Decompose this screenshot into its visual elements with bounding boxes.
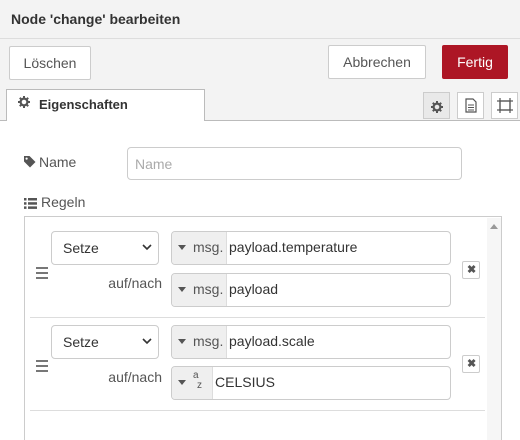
gear-icon (18, 96, 30, 111)
caret-down-icon (178, 287, 186, 292)
remove-rule-button[interactable]: ✖ (462, 261, 480, 279)
rule-value-field[interactable]: msg. payload (171, 273, 451, 307)
name-input[interactable] (127, 147, 462, 180)
name-label: Name (39, 154, 77, 170)
close-icon: ✖ (467, 264, 477, 276)
drag-handle-icon[interactable] (36, 267, 48, 279)
tab-properties[interactable]: Eigenschaften (6, 89, 205, 121)
scroll-up-icon[interactable] (490, 224, 498, 229)
tab-properties-label: Eigenschaften (39, 97, 128, 112)
target-path-value[interactable]: payload.scale (229, 333, 315, 349)
tag-icon (23, 155, 36, 173)
rules-label: Regeln (41, 194, 86, 210)
rule-action-value: Setze (63, 334, 99, 350)
caret-down-icon (178, 339, 186, 344)
target-path-value[interactable]: payload.temperature (229, 239, 357, 255)
node-description-button[interactable] (457, 92, 484, 119)
string-type-icon: az (193, 370, 202, 391)
value-type-selector[interactable]: msg. (172, 274, 227, 306)
rule-action-value: Setze (63, 240, 99, 256)
list-icon (24, 196, 37, 214)
rules-scrollbar[interactable] (487, 218, 501, 440)
rule-target-field[interactable]: msg. payload.temperature (171, 231, 451, 265)
frame-icon (497, 98, 513, 118)
cancel-button[interactable]: Abbrechen (328, 45, 426, 79)
done-button[interactable]: Fertig (442, 45, 508, 79)
node-appearance-button[interactable] (491, 92, 518, 119)
value-type-prefix: msg. (193, 281, 224, 297)
caret-down-icon (178, 245, 186, 250)
value-string-value[interactable]: CELSIUS (215, 374, 275, 390)
node-properties-icon-button[interactable] (423, 92, 450, 119)
target-type-selector[interactable]: msg. (172, 326, 227, 358)
gear-icon (431, 100, 443, 118)
rule-row: Setze msg. payload.scale auf/nach az CEL… (30, 318, 485, 411)
rules-list: Setze msg. payload.temperature auf/nach … (24, 216, 502, 440)
close-icon: ✖ (467, 358, 477, 370)
value-type-selector[interactable]: az (172, 367, 213, 399)
remove-rule-button[interactable]: ✖ (462, 355, 480, 373)
rule-row: Setze msg. payload.temperature auf/nach … (30, 225, 485, 318)
rule-target-field[interactable]: msg. payload.scale (171, 325, 451, 359)
rule-action-select[interactable]: Setze (51, 231, 159, 265)
chevron-down-icon (142, 239, 152, 251)
value-path-value[interactable]: payload (229, 281, 278, 297)
drag-handle-icon[interactable] (36, 360, 48, 372)
rule-action-select[interactable]: Setze (51, 325, 159, 359)
target-type-prefix: msg. (193, 333, 224, 349)
chevron-down-icon (142, 333, 152, 345)
target-type-prefix: msg. (193, 239, 224, 255)
delete-button[interactable]: Löschen (9, 46, 91, 80)
to-label: auf/nach (108, 369, 162, 385)
dialog-header: Node 'change' bearbeiten (0, 0, 520, 39)
rule-value-field[interactable]: az CELSIUS (171, 366, 451, 400)
dialog-title: Node 'change' bearbeiten (11, 11, 181, 27)
target-type-selector[interactable]: msg. (172, 232, 227, 264)
to-label: auf/nach (108, 275, 162, 291)
file-text-icon (465, 98, 477, 118)
caret-down-icon (178, 380, 186, 385)
